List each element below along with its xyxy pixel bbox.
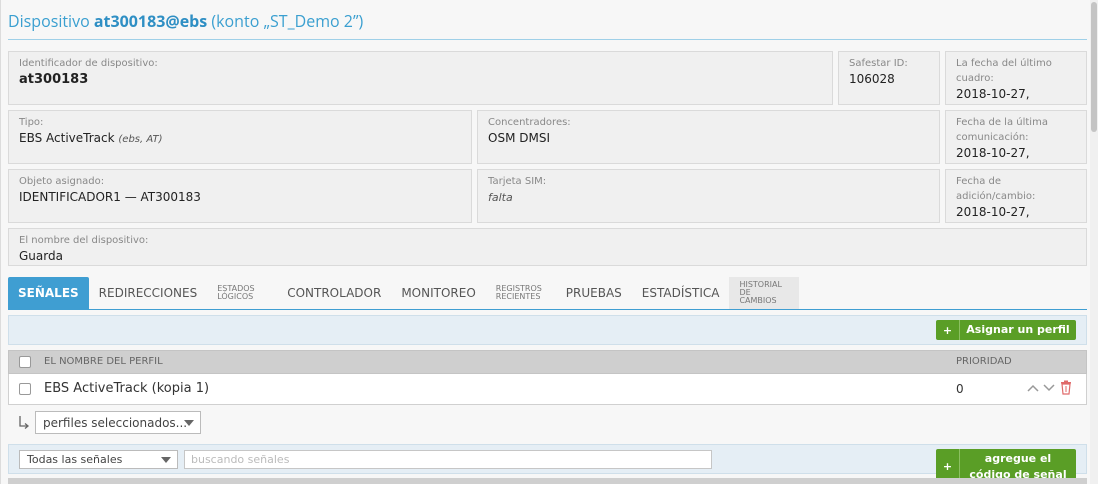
assign-profile-button[interactable]: + Asignar un perfil <box>936 320 1076 340</box>
signals-filter-select[interactable]: Todas las señales <box>19 450 178 469</box>
last-communication-field: Fecha de la última comunicación: 2018-10… <box>945 110 1087 164</box>
tab-recent-records[interactable]: REGISTROS RECIENTES <box>486 277 556 309</box>
tab-tests[interactable]: PRUEBAS <box>556 277 632 309</box>
last-frame-field: La fecha del último cuadro: 2018-10-27, … <box>945 51 1087 105</box>
type-field: Tipo: EBS ActiveTrack (ebs, AT) <box>8 110 472 164</box>
identifier-field: Identificador de dispositivo: at300183 <box>8 51 833 105</box>
move-down-icon[interactable] <box>1043 383 1055 393</box>
tab-redirections[interactable]: REDIRECCIONES <box>89 277 208 309</box>
device-name-field: El nombre del dispositivo: Guarda <box>8 228 1087 266</box>
move-up-icon[interactable] <box>1027 383 1039 393</box>
chevron-down-icon <box>184 419 194 426</box>
scrollbar[interactable] <box>1090 0 1098 484</box>
assigned-object-field: Objeto asignado: IDENTIFICADOR1 — AT3001… <box>8 169 472 223</box>
tab-change-history[interactable]: HISTORIAL DE CAMBIOS <box>729 277 800 309</box>
tab-signals[interactable]: SEÑALES <box>8 277 89 309</box>
title-divider <box>8 39 1087 40</box>
column-header-priority: PRIORIDAD <box>956 356 1012 367</box>
signals-search-input[interactable] <box>184 450 712 469</box>
select-all-checkbox[interactable] <box>19 356 31 368</box>
plus-icon: + <box>936 320 960 340</box>
account-name: (konto „ST_Demo 2”) <box>211 10 364 32</box>
added-changed-date-field: Fecha de adición/cambio: 2018-10-27, 18:… <box>945 169 1087 223</box>
signals-table-header <box>8 478 1087 484</box>
column-header-name: EL NOMBRE DEL PERFIL <box>44 356 163 367</box>
profiles-table-header: EL NOMBRE DEL PERFIL PRIORIDAD <box>8 350 1087 374</box>
profile-name: EBS ActiveTrack (kopia 1) <box>44 381 210 396</box>
branch-arrow-icon <box>19 416 30 429</box>
tab-bar: SEÑALES REDIRECCIONES ESTADOS LÓGICOS CO… <box>8 277 800 309</box>
profile-priority: 0 <box>956 382 964 396</box>
scrollbar-thumb[interactable] <box>1091 2 1097 132</box>
bulk-profiles-select[interactable]: perfiles seleccionados... <box>35 411 201 434</box>
trash-icon[interactable] <box>1060 380 1072 395</box>
concentrators-field: Concentradores: OSM DMSI <box>477 110 940 164</box>
chevron-down-icon <box>161 456 171 463</box>
safestar-id-field: Safestar ID: 106028 <box>838 51 940 105</box>
tabs-divider <box>8 309 1087 310</box>
tab-statistics[interactable]: ESTADÍSTICA <box>632 277 730 309</box>
device-panel: Dispositivo at300183@ebs (konto „ST_Demo… <box>0 0 1098 484</box>
device-id-title: at300183@ebs <box>93 10 208 32</box>
sim-card-field: Tarjeta SIM: falta <box>477 169 940 223</box>
tab-controller[interactable]: CONTROLADOR <box>277 277 391 309</box>
row-checkbox[interactable] <box>19 383 31 395</box>
tab-monitoring[interactable]: MONITOREO <box>391 277 485 309</box>
tab-logical-states[interactable]: ESTADOS LÓGICOS <box>207 277 277 309</box>
profiles-toolbar <box>8 315 1087 345</box>
table-row: EBS ActiveTrack (kopia 1) 0 <box>8 374 1087 405</box>
page-title: Dispositivo at300183@ebs (konto „ST_Demo… <box>8 10 364 32</box>
